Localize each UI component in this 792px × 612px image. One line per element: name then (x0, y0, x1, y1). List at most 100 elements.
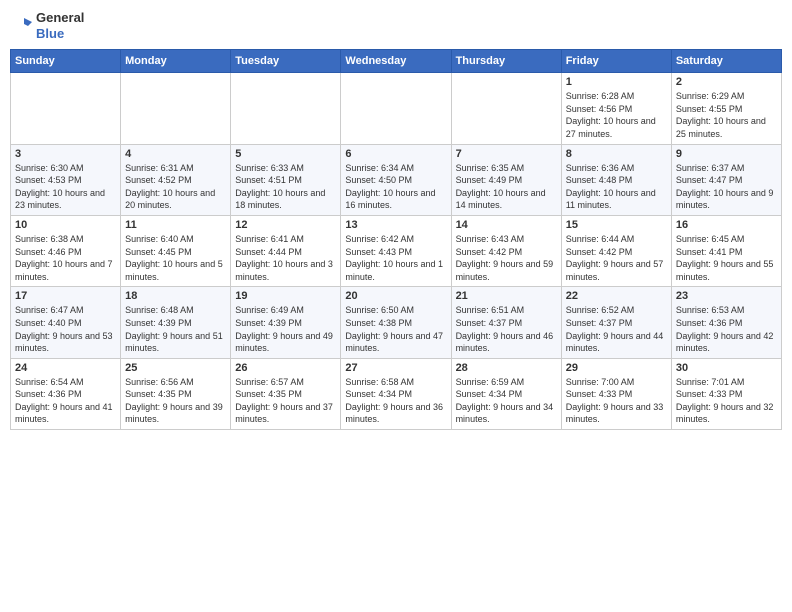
logo-general: General (36, 10, 84, 26)
day-number: 18 (125, 290, 226, 302)
weekday-header-wednesday: Wednesday (341, 50, 451, 73)
day-number: 17 (15, 290, 116, 302)
day-number: 28 (456, 362, 557, 374)
day-cell: 15 Sunrise: 6:44 AM Sunset: 4:42 PM Dayli… (561, 215, 671, 286)
day-cell (341, 73, 451, 144)
day-cell: 20 Sunrise: 6:50 AM Sunset: 4:38 PM Dayli… (341, 287, 451, 358)
page-header: General Blue (10, 10, 782, 41)
calendar: SundayMondayTuesdayWednesdayThursdayFrid… (10, 49, 782, 430)
day-number: 12 (235, 219, 336, 231)
day-cell: 2 Sunrise: 6:29 AM Sunset: 4:55 PM Daylig… (671, 73, 781, 144)
day-cell: 10Sunrise: 6:38 AM Sunset: 4:46 PM Dayli… (11, 215, 121, 286)
day-cell: 27 Sunrise: 6:58 AM Sunset: 4:34 PM Dayli… (341, 358, 451, 429)
day-cell: 8 Sunrise: 6:36 AM Sunset: 4:48 PM Daylig… (561, 144, 671, 215)
day-number: 10 (15, 219, 116, 231)
day-info: Sunrise: 6:36 AM Sunset: 4:48 PM Dayligh… (566, 162, 667, 212)
logo-blue: Blue (36, 26, 84, 42)
day-cell: 29Sunrise: 7:00 AM Sunset: 4:33 PM Dayli… (561, 358, 671, 429)
day-info: Sunrise: 6:30 AM Sunset: 4:53 PM Dayligh… (15, 162, 116, 212)
logo-bird-icon (14, 16, 34, 36)
day-number: 16 (676, 219, 777, 231)
day-cell: 5Sunrise: 6:33 AM Sunset: 4:51 PM Daylig… (231, 144, 341, 215)
day-info: Sunrise: 6:57 AM Sunset: 4:35 PM Dayligh… (235, 376, 336, 426)
weekday-header-saturday: Saturday (671, 50, 781, 73)
day-number: 11 (125, 219, 226, 231)
day-cell: 6 Sunrise: 6:34 AM Sunset: 4:50 PM Daylig… (341, 144, 451, 215)
day-cell (231, 73, 341, 144)
day-cell: 19Sunrise: 6:49 AM Sunset: 4:39 PM Dayli… (231, 287, 341, 358)
day-info: Sunrise: 6:48 AM Sunset: 4:39 PM Dayligh… (125, 304, 226, 354)
day-number: 8 (566, 148, 667, 160)
day-cell: 22 Sunrise: 6:52 AM Sunset: 4:37 PM Dayli… (561, 287, 671, 358)
day-cell: 24 Sunrise: 6:54 AM Sunset: 4:36 PM Dayli… (11, 358, 121, 429)
day-cell: 17 Sunrise: 6:47 AM Sunset: 4:40 PM Dayli… (11, 287, 121, 358)
day-info: Sunrise: 6:28 AM Sunset: 4:56 PM Dayligh… (566, 90, 667, 140)
day-info: Sunrise: 6:45 AM Sunset: 4:41 PM Dayligh… (676, 233, 777, 283)
day-number: 3 (15, 148, 116, 160)
day-info: Sunrise: 6:53 AM Sunset: 4:36 PM Dayligh… (676, 304, 777, 354)
day-info: Sunrise: 6:58 AM Sunset: 4:34 PM Dayligh… (345, 376, 446, 426)
day-cell: 28Sunrise: 6:59 AM Sunset: 4:34 PM Dayli… (451, 358, 561, 429)
week-row-5: 24 Sunrise: 6:54 AM Sunset: 4:36 PM Dayli… (11, 358, 782, 429)
day-number: 15 (566, 219, 667, 231)
day-cell: 21 Sunrise: 6:51 AM Sunset: 4:37 PM Dayli… (451, 287, 561, 358)
day-number: 27 (345, 362, 446, 374)
day-info: Sunrise: 6:33 AM Sunset: 4:51 PM Dayligh… (235, 162, 336, 212)
day-cell: 7Sunrise: 6:35 AM Sunset: 4:49 PM Daylig… (451, 144, 561, 215)
day-info: Sunrise: 6:31 AM Sunset: 4:52 PM Dayligh… (125, 162, 226, 212)
week-row-4: 17 Sunrise: 6:47 AM Sunset: 4:40 PM Dayli… (11, 287, 782, 358)
day-cell (11, 73, 121, 144)
day-info: Sunrise: 6:41 AM Sunset: 4:44 PM Dayligh… (235, 233, 336, 283)
day-number: 6 (345, 148, 446, 160)
day-cell: 30Sunrise: 7:01 AM Sunset: 4:33 PM Dayli… (671, 358, 781, 429)
day-info: Sunrise: 6:52 AM Sunset: 4:37 PM Dayligh… (566, 304, 667, 354)
day-info: Sunrise: 7:01 AM Sunset: 4:33 PM Dayligh… (676, 376, 777, 426)
day-info: Sunrise: 6:50 AM Sunset: 4:38 PM Dayligh… (345, 304, 446, 354)
day-info: Sunrise: 6:54 AM Sunset: 4:36 PM Dayligh… (15, 376, 116, 426)
day-number: 7 (456, 148, 557, 160)
day-number: 1 (566, 76, 667, 88)
day-cell: 3 Sunrise: 6:30 AM Sunset: 4:53 PM Daylig… (11, 144, 121, 215)
day-cell: 13 Sunrise: 6:42 AM Sunset: 4:43 PM Dayli… (341, 215, 451, 286)
day-info: Sunrise: 6:42 AM Sunset: 4:43 PM Dayligh… (345, 233, 446, 283)
day-number: 20 (345, 290, 446, 302)
day-info: Sunrise: 6:43 AM Sunset: 4:42 PM Dayligh… (456, 233, 557, 283)
day-cell: 4 Sunrise: 6:31 AM Sunset: 4:52 PM Daylig… (121, 144, 231, 215)
day-cell: 23 Sunrise: 6:53 AM Sunset: 4:36 PM Dayli… (671, 287, 781, 358)
day-cell: 26 Sunrise: 6:57 AM Sunset: 4:35 PM Dayli… (231, 358, 341, 429)
week-row-3: 10Sunrise: 6:38 AM Sunset: 4:46 PM Dayli… (11, 215, 782, 286)
day-cell: 18 Sunrise: 6:48 AM Sunset: 4:39 PM Dayli… (121, 287, 231, 358)
week-row-1: 1 Sunrise: 6:28 AM Sunset: 4:56 PM Daylig… (11, 73, 782, 144)
day-number: 22 (566, 290, 667, 302)
day-number: 21 (456, 290, 557, 302)
day-info: Sunrise: 6:37 AM Sunset: 4:47 PM Dayligh… (676, 162, 777, 212)
day-cell (121, 73, 231, 144)
day-info: Sunrise: 6:44 AM Sunset: 4:42 PM Dayligh… (566, 233, 667, 283)
day-number: 24 (15, 362, 116, 374)
day-cell (451, 73, 561, 144)
day-number: 23 (676, 290, 777, 302)
day-number: 25 (125, 362, 226, 374)
day-cell: 25 Sunrise: 6:56 AM Sunset: 4:35 PM Dayli… (121, 358, 231, 429)
day-cell: 16 Sunrise: 6:45 AM Sunset: 4:41 PM Dayli… (671, 215, 781, 286)
day-cell: 14 Sunrise: 6:43 AM Sunset: 4:42 PM Dayli… (451, 215, 561, 286)
day-info: Sunrise: 7:00 AM Sunset: 4:33 PM Dayligh… (566, 376, 667, 426)
day-cell: 11Sunrise: 6:40 AM Sunset: 4:45 PM Dayli… (121, 215, 231, 286)
day-info: Sunrise: 6:51 AM Sunset: 4:37 PM Dayligh… (456, 304, 557, 354)
day-number: 4 (125, 148, 226, 160)
day-info: Sunrise: 6:56 AM Sunset: 4:35 PM Dayligh… (125, 376, 226, 426)
day-number: 2 (676, 76, 777, 88)
day-info: Sunrise: 6:34 AM Sunset: 4:50 PM Dayligh… (345, 162, 446, 212)
day-number: 9 (676, 148, 777, 160)
day-info: Sunrise: 6:49 AM Sunset: 4:39 PM Dayligh… (235, 304, 336, 354)
week-row-2: 3 Sunrise: 6:30 AM Sunset: 4:53 PM Daylig… (11, 144, 782, 215)
logo: General Blue (14, 10, 84, 41)
weekday-header-sunday: Sunday (11, 50, 121, 73)
day-info: Sunrise: 6:47 AM Sunset: 4:40 PM Dayligh… (15, 304, 116, 354)
day-cell: 9 Sunrise: 6:37 AM Sunset: 4:47 PM Daylig… (671, 144, 781, 215)
day-info: Sunrise: 6:29 AM Sunset: 4:55 PM Dayligh… (676, 90, 777, 140)
weekday-header-row: SundayMondayTuesdayWednesdayThursdayFrid… (11, 50, 782, 73)
day-number: 13 (345, 219, 446, 231)
day-number: 14 (456, 219, 557, 231)
day-number: 26 (235, 362, 336, 374)
